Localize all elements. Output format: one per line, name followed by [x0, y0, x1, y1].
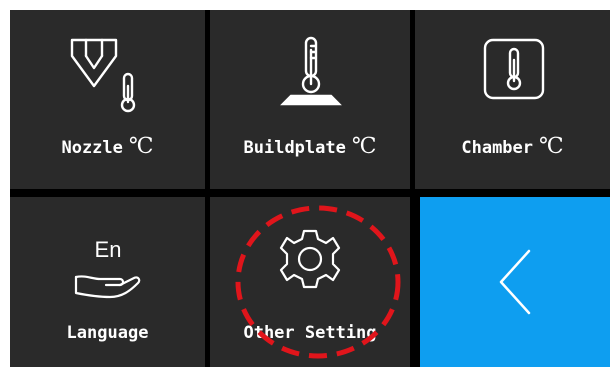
language-hand-icon: [70, 267, 146, 301]
chamber-thermometer-icon: [481, 36, 547, 102]
settings-grid: Nozzle ℃ Buildplate ℃ Chamber ℃ En Langu…: [10, 10, 610, 367]
language-en-text: En: [94, 237, 122, 262]
nozzle-thermometer-icon: [64, 34, 144, 114]
chamber-label: Chamber ℃: [461, 134, 564, 159]
language-tile[interactable]: En Language: [10, 197, 205, 367]
other-setting-tile[interactable]: Other Setting: [210, 197, 410, 367]
nozzle-label: Nozzle ℃: [61, 134, 154, 159]
other-setting-label: Other Setting: [243, 323, 377, 343]
buildplate-temperature-tile[interactable]: Buildplate ℃: [210, 10, 410, 189]
language-label: Language: [66, 323, 149, 343]
screen: Nozzle ℃ Buildplate ℃ Chamber ℃ En Langu…: [0, 0, 610, 367]
buildplate-label: Buildplate ℃: [243, 134, 377, 159]
celsius-unit: ℃: [539, 134, 564, 159]
buildplate-thermometer-icon: [269, 32, 353, 112]
chamber-temperature-tile[interactable]: Chamber ℃: [415, 10, 610, 189]
nozzle-temperature-tile[interactable]: Nozzle ℃: [10, 10, 205, 189]
gear-icon: [276, 225, 344, 293]
celsius-unit: ℃: [351, 134, 377, 159]
celsius-unit: ℃: [128, 134, 154, 159]
chevron-left-icon: [495, 247, 535, 317]
back-button[interactable]: [420, 197, 610, 367]
